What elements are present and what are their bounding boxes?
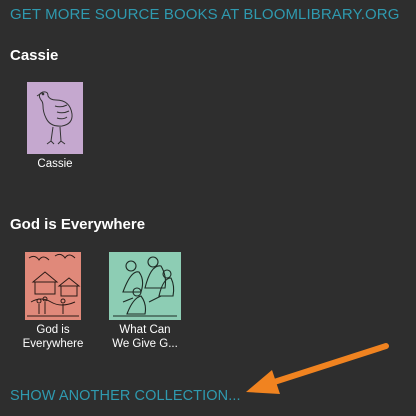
- arrow-shaft: [265, 343, 389, 387]
- annotation-arrow-icon: [246, 343, 389, 394]
- arrow-head: [246, 370, 280, 394]
